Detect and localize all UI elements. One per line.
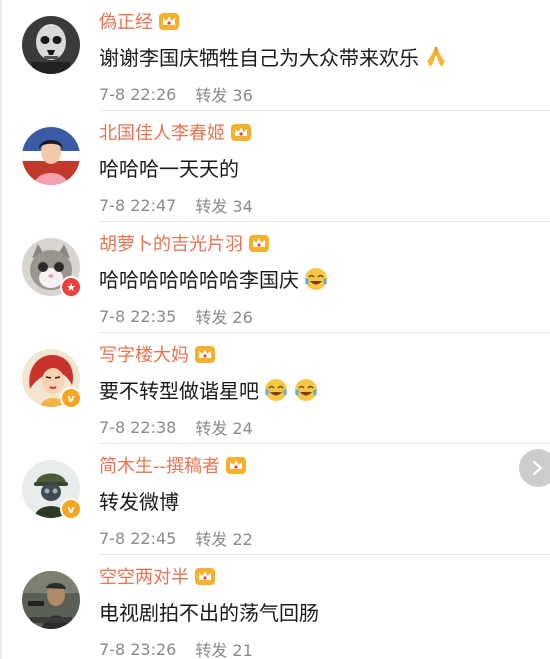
comment-item: ★ 胡萝卜的吉光片羽 哈哈哈哈哈哈哈李国庆 7-8 22:35 转发 26 [0,222,550,333]
timestamp: 7-8 22:45 [99,528,177,548]
comment-text-body: 哈哈哈哈哈哈哈李国庆 [99,268,299,292]
crown-icon [231,124,251,141]
username-row: 偽正经 [99,8,180,34]
comment-item: 北国佳人李春姬 哈哈哈一天天的 7-8 22:47 转发 34 [0,111,550,222]
crown-icon [195,568,215,585]
avatar[interactable]: v [22,349,82,409]
movie-scene-avatar [22,571,80,629]
verified-badge: v [60,387,82,409]
crown-icon [249,235,269,252]
timestamp: 7-8 22:26 [99,84,177,104]
folded-hands-icon [427,46,445,67]
username-row: 写字楼大妈 [99,341,216,367]
avatar[interactable] [22,571,80,629]
repost-link[interactable]: 转发 26 [195,304,252,328]
username-row: 胡萝卜的吉光片羽 [99,230,270,256]
comment-item: v 简木生--撰稿者 转发微博 7-8 22:45 转发 22 [0,444,550,555]
avatar[interactable] [22,16,80,74]
comment-meta: 7-8 22:35 转发 26 [99,304,253,328]
username[interactable]: 北国佳人李春姬 [99,119,225,145]
comment-text-body: 转发微博 [99,490,179,514]
repost-link[interactable]: 转发 21 [195,637,252,659]
username[interactable]: 胡萝卜的吉光片羽 [99,230,243,256]
comment-text: 哈哈哈哈哈哈哈李国庆 [99,264,329,293]
timestamp: 7-8 22:35 [99,306,177,326]
comment-text-body: 要不转型做谐星吧 [99,379,259,403]
comment-meta: 7-8 22:45 转发 22 [99,526,253,550]
crown-icon [226,457,246,474]
next-page-button[interactable] [519,449,550,487]
username-row: 空空两对半 [99,563,216,589]
comment-text: 哈哈哈一天天的 [99,153,239,182]
timestamp: 7-8 22:47 [99,195,177,215]
chevron-right-icon [532,460,543,476]
timestamp: 7-8 22:38 [99,417,177,437]
username[interactable]: 偽正经 [99,8,153,34]
comment-meta: 7-8 22:47 转发 34 [99,193,253,217]
laugh-cry-icon [295,378,317,401]
comment-meta: 7-8 22:26 转发 36 [99,82,253,106]
verified-badge: v [60,498,82,520]
repost-link[interactable]: 转发 22 [195,526,252,550]
username-row: 北国佳人李春姬 [99,119,252,145]
avatar[interactable] [22,127,80,185]
skull-man-avatar [22,16,80,74]
verified-badge: ★ [60,276,82,298]
comment-text-body: 哈哈哈一天天的 [99,157,239,181]
comment-text: 电视剧拍不出的荡气回肠 [99,597,319,626]
laugh-cry-icon [265,378,287,401]
crown-icon [159,13,179,30]
comment-text: 转发微博 [99,486,179,515]
comment-text: 要不转型做谐星吧 [99,375,319,404]
repost-link[interactable]: 转发 34 [195,193,252,217]
laugh-cry-icon [305,267,327,290]
avatar[interactable]: ★ [22,238,82,298]
repost-link[interactable]: 转发 36 [195,82,252,106]
username[interactable]: 写字楼大妈 [99,341,189,367]
comment-text-body: 谢谢李国庆牺牲自己为大众带来欢乐 [99,46,419,70]
news-anchor-avatar [22,127,80,185]
avatar[interactable]: v [22,460,82,520]
username[interactable]: 简木生--撰稿者 [99,452,220,478]
comment-item: v 写字楼大妈 要不转型做谐星吧 7-8 22:38 转发 24 [0,333,550,444]
repost-link[interactable]: 转发 24 [195,415,252,439]
comment-item: 空空两对半 电视剧拍不出的荡气回肠 7-8 23:26 转发 21 [0,555,550,659]
username-row: 简木生--撰稿者 [99,452,247,478]
crown-icon [195,346,215,363]
comment-item: 偽正经 谢谢李国庆牺牲自己为大众带来欢乐 7-8 22:26 转发 36 [0,0,550,111]
timestamp: 7-8 23:26 [99,639,177,659]
username[interactable]: 空空两对半 [99,563,189,589]
comment-meta: 7-8 22:38 转发 24 [99,415,253,439]
comment-text-body: 电视剧拍不出的荡气回肠 [99,601,319,625]
comment-feed: 偽正经 谢谢李国庆牺牲自己为大众带来欢乐 7-8 22:26 转发 36 北国佳… [0,0,550,659]
comment-text: 谢谢李国庆牺牲自己为大众带来欢乐 [99,42,449,71]
comment-meta: 7-8 23:26 转发 21 [99,637,253,659]
